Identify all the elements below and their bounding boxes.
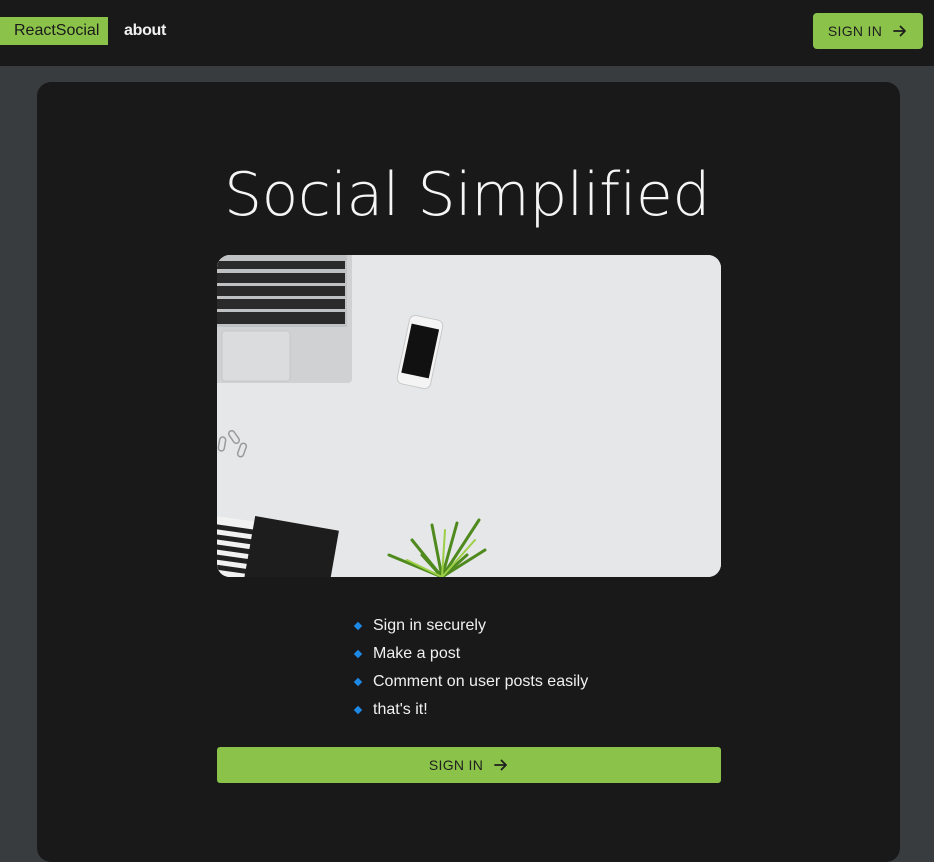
diamond-bullet-icon <box>353 705 363 715</box>
sign-in-label: SIGN IN <box>827 23 883 39</box>
main-sign-in-button[interactable]: SIGN IN <box>217 747 721 783</box>
page-title: Social Simplified <box>224 160 710 230</box>
feature-item: that's it! <box>353 696 588 724</box>
feature-item: Comment on user posts easily <box>353 668 588 696</box>
brand-logo[interactable]: ReactSocial <box>0 17 108 45</box>
hero-image <box>217 255 721 577</box>
feature-item: Sign in securely <box>353 612 588 640</box>
top-navbar: ReactSocial about SIGN IN <box>0 0 934 66</box>
diamond-bullet-icon <box>353 677 363 687</box>
diamond-bullet-icon <box>353 621 363 631</box>
diamond-bullet-icon <box>353 649 363 659</box>
header-sign-in-button[interactable]: SIGN IN <box>813 13 923 49</box>
feature-item: Make a post <box>353 640 588 668</box>
arrow-right-icon <box>893 25 907 37</box>
arrow-right-icon <box>494 759 508 771</box>
desk-workspace-illustration <box>217 255 721 577</box>
sign-in-label: SIGN IN <box>428 757 484 773</box>
nav-link-about[interactable]: about <box>124 22 166 40</box>
feature-list: Sign in securely Make a post Comment on … <box>353 612 588 724</box>
